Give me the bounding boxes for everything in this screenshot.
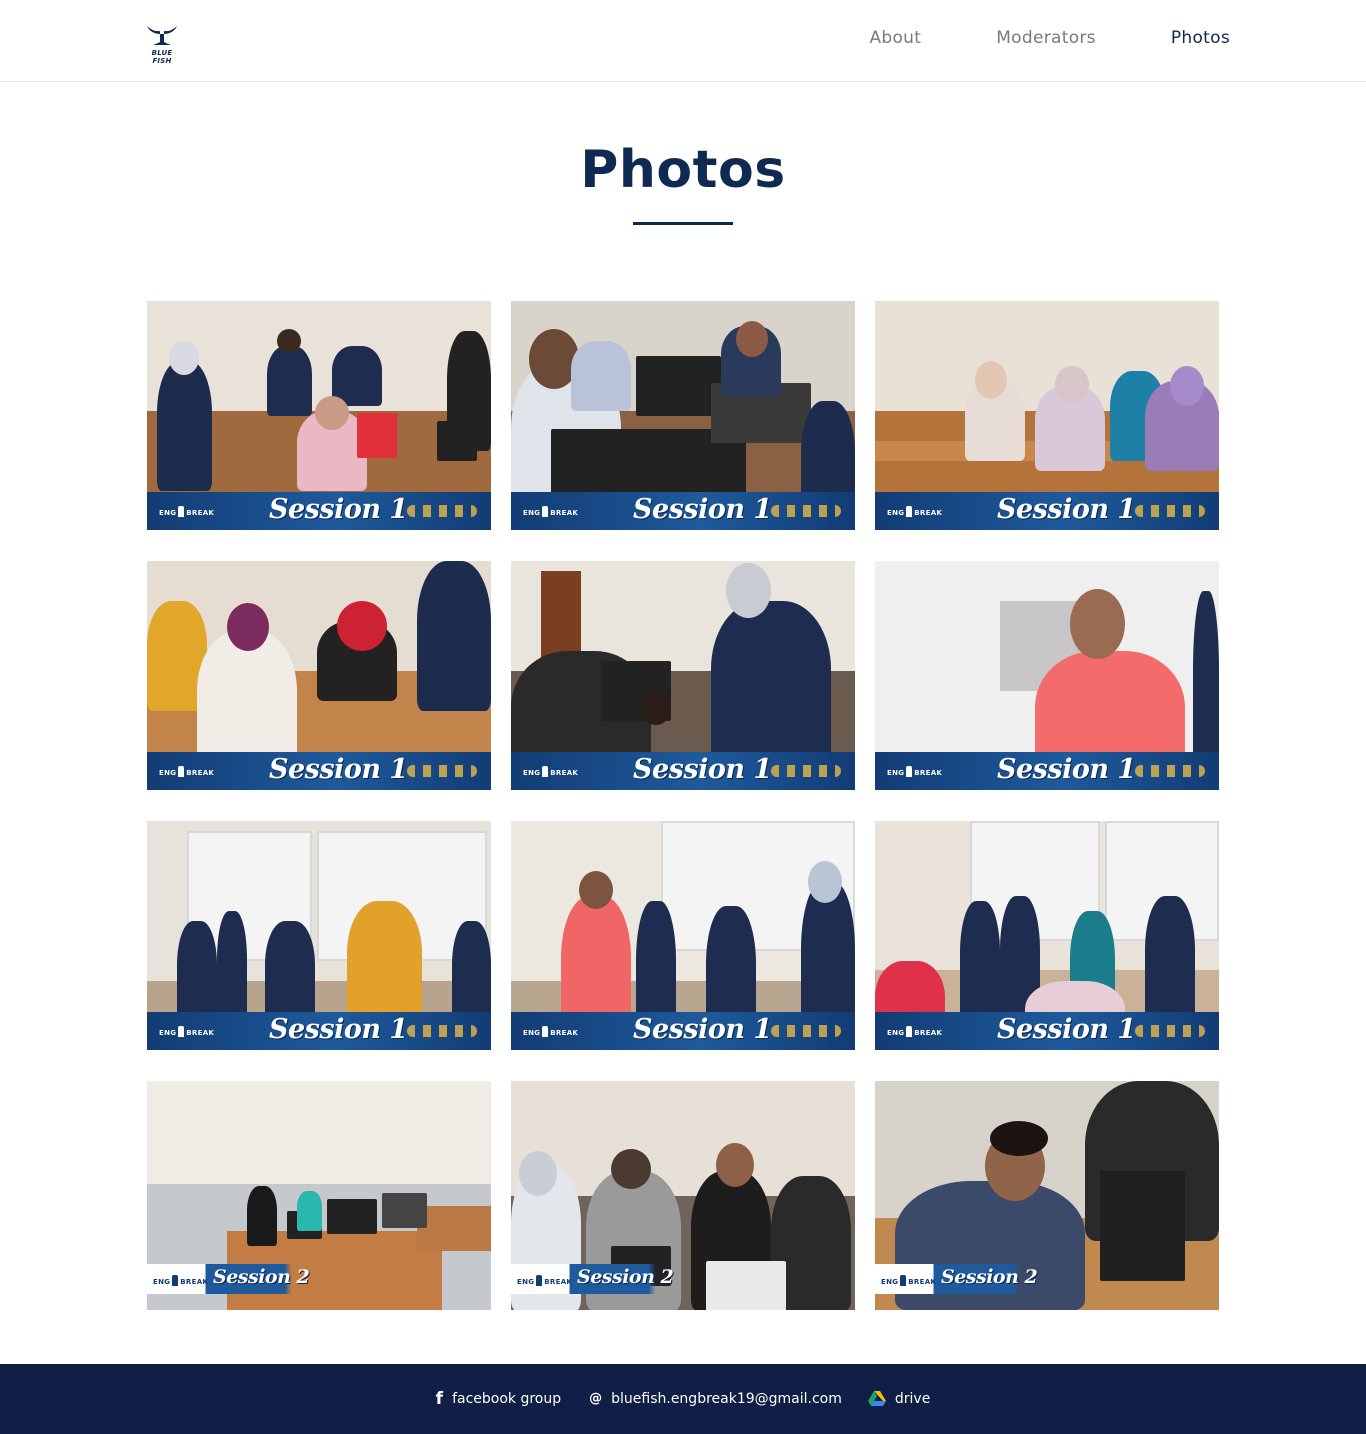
gallery-photo[interactable]: ENG BREAK Session 1 — [511, 821, 855, 1050]
session-banner: ENG BREAK Session 2 — [875, 1264, 1219, 1294]
session-label: Session 1 — [269, 754, 408, 785]
banner-decoration — [1135, 1025, 1205, 1037]
eng-break-logo: ENG BREAK — [887, 766, 942, 777]
email-link-label: bluefish.engbreak19@gmail.com — [611, 1391, 842, 1407]
gallery-photo[interactable]: ENG BREAK Session 1 — [875, 301, 1219, 530]
session-banner: ENG BREAK Session 1 — [511, 752, 855, 790]
session-banner: ENG BREAK Session 1 — [875, 752, 1219, 790]
eng-break-logo: ENG BREAK — [881, 1275, 936, 1286]
eng-break-logo: ENG BREAK — [523, 766, 578, 777]
banner-decoration — [407, 1025, 477, 1037]
gallery-photo[interactable]: ENG BREAK Session 1 — [511, 301, 855, 530]
session-banner: ENG BREAK Session 1 — [147, 752, 491, 790]
gallery-photo[interactable]: ENG BREAK Session 1 — [875, 561, 1219, 790]
title-underline — [633, 222, 733, 225]
banner-decoration — [771, 765, 841, 777]
logo-text: BLUE FISH — [151, 49, 173, 65]
facebook-icon: f — [435, 1389, 444, 1409]
eng-break-logo: ENG BREAK — [159, 506, 214, 517]
at-icon: @ — [589, 1391, 603, 1406]
eng-break-logo: ENG BREAK — [523, 506, 578, 517]
session-label: Session 1 — [269, 1014, 408, 1045]
drive-link[interactable]: drive — [867, 1390, 931, 1408]
gallery-photo[interactable]: ENG BREAK Session 1 — [147, 561, 491, 790]
eng-break-logo: ENG BREAK — [159, 1026, 214, 1037]
footer-links: f facebook group @ bluefish.engbreak19@g… — [0, 1364, 1366, 1434]
eng-break-logo: ENG BREAK — [159, 766, 214, 777]
gallery-photo[interactable]: ENG BREAK Session 1 — [875, 821, 1219, 1050]
nav-moderators[interactable]: Moderators — [996, 26, 1096, 50]
session-label: Session 1 — [269, 494, 408, 525]
session-banner: ENG BREAK Session 1 — [875, 1012, 1219, 1050]
session-banner: ENG BREAK Session 1 — [875, 492, 1219, 530]
eng-break-logo: ENG BREAK — [887, 506, 942, 517]
session-label: Session 1 — [633, 754, 772, 785]
banner-decoration — [1135, 765, 1205, 777]
banner-decoration — [1135, 505, 1205, 517]
session-banner: ENG BREAK Session 1 — [147, 492, 491, 530]
site-header: BLUE FISH About Moderators Photos — [0, 0, 1366, 82]
facebook-group-link[interactable]: f facebook group — [436, 1390, 561, 1408]
session-label: Session 1 — [633, 1014, 772, 1045]
session-label: Session 1 — [633, 494, 772, 525]
page-title: Photos — [580, 140, 786, 200]
whale-tail-icon — [147, 26, 177, 45]
eng-break-logo: ENG BREAK — [517, 1275, 572, 1286]
blue-fish-logo[interactable]: BLUE FISH — [141, 22, 183, 65]
eng-break-logo: ENG BREAK — [523, 1026, 578, 1037]
gallery-photo[interactable]: ENG BREAK Session 1 — [511, 561, 855, 790]
eng-break-logo: ENG BREAK — [153, 1275, 208, 1286]
banner-decoration — [407, 505, 477, 517]
banner-decoration — [771, 505, 841, 517]
session-label: Session 1 — [997, 754, 1136, 785]
facebook-link-label: facebook group — [452, 1391, 562, 1407]
session-label: Session 2 — [941, 1266, 1038, 1288]
session-label: Session 1 — [997, 494, 1136, 525]
session-banner: ENG BREAK Session 1 — [511, 492, 855, 530]
drive-link-label: drive — [894, 1391, 931, 1407]
eng-break-logo: ENG BREAK — [887, 1026, 942, 1037]
gallery-photo[interactable]: ENG BREAK Session 1 — [147, 821, 491, 1050]
google-drive-icon — [867, 1391, 886, 1407]
gallery-photo[interactable]: ENG BREAK Session 2 — [511, 1081, 855, 1310]
nav-photos[interactable]: Photos — [1171, 26, 1230, 50]
email-link[interactable]: @ bluefish.engbreak19@gmail.com — [589, 1390, 842, 1408]
session-label: Session 2 — [577, 1266, 674, 1288]
session-banner: ENG BREAK Session 2 — [147, 1264, 491, 1294]
photo-gallery: ENGBREAK Session 1 ENGBREAK Session 1 — [147, 301, 1219, 1310]
gallery-photo[interactable]: ENG BREAK Session 1 — [147, 301, 491, 530]
nav-about[interactable]: About — [869, 26, 921, 50]
session-label: Session 2 — [213, 1266, 310, 1288]
gallery-photo[interactable]: ENG BREAK Session 2 — [875, 1081, 1219, 1310]
gallery-photo[interactable]: ENG BREAK Session 2 — [147, 1081, 491, 1310]
session-banner: ENG BREAK Session 1 — [511, 1012, 855, 1050]
site-footer: f facebook group @ bluefish.engbreak19@g… — [0, 1364, 1366, 1434]
session-banner: ENG BREAK Session 1 — [147, 1012, 491, 1050]
main-nav: About Moderators Photos — [869, 26, 1230, 50]
session-banner: ENG BREAK Session 2 — [511, 1264, 855, 1294]
banner-decoration — [771, 1025, 841, 1037]
banner-decoration — [407, 765, 477, 777]
session-label: Session 1 — [997, 1014, 1136, 1045]
